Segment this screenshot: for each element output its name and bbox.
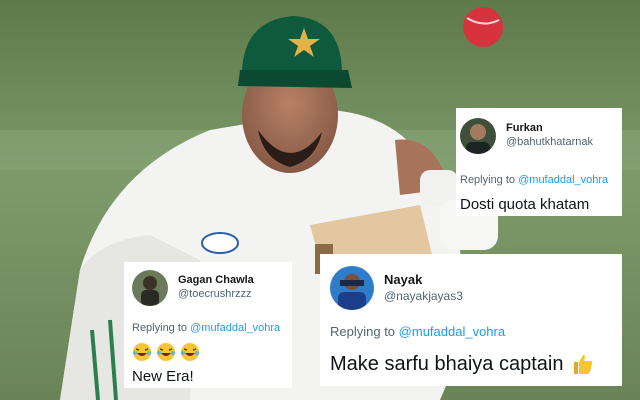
tweet-text: Dosti quota khatam (460, 196, 590, 213)
reply-line: Replying to @mufaddal_vohra (460, 174, 608, 186)
reply-label: Replying to (330, 324, 396, 339)
mention-link[interactable]: @mufaddal_vohra (518, 174, 608, 186)
avatar[interactable] (460, 118, 496, 154)
user-handle[interactable]: @bahutkhatarnak (506, 136, 593, 150)
tweet-text: New Era! (132, 368, 194, 385)
display-name[interactable]: Nayak (384, 272, 463, 288)
emoji-row (132, 342, 200, 362)
tweet-header: Gagan Chawla @toecrushrzzz (132, 270, 254, 306)
cricket-ball-icon (463, 7, 503, 47)
tweet-card-furkan[interactable]: Furkan @bahutkhatarnak Replying to @mufa… (456, 108, 622, 216)
avatar[interactable] (132, 270, 168, 306)
reply-label: Replying to (132, 322, 188, 334)
mention-link[interactable]: @mufaddal_vohra (190, 322, 280, 334)
laughing-tears-emoji-icon (133, 343, 151, 361)
reply-label: Replying to (460, 174, 516, 186)
reply-line: Replying to @mufaddal_vohra (330, 324, 505, 339)
user-handle[interactable]: @toecrushrzzz (178, 288, 254, 302)
laughing-tears-emoji-icon (157, 343, 175, 361)
display-name[interactable]: Furkan (506, 122, 593, 136)
avatar[interactable] (330, 266, 374, 310)
laughing-tears-emoji-icon (181, 343, 199, 361)
mention-link[interactable]: @mufaddal_vohra (399, 324, 505, 339)
tweet-text: Make sarfu bhaiya captain (330, 352, 564, 375)
display-name[interactable]: Gagan Chawla (178, 274, 254, 288)
tweet-header: Furkan @bahutkhatarnak (460, 118, 593, 154)
tweet-body: Make sarfu bhaiya captain (330, 352, 595, 376)
tweet-card-nayak[interactable]: Nayak @nayakjayas3 Replying to @mufaddal… (320, 254, 622, 386)
reply-line: Replying to @mufaddal_vohra (132, 322, 280, 334)
user-handle[interactable]: @nayakjayas3 (384, 289, 463, 304)
tweet-header: Nayak @nayakjayas3 (330, 266, 463, 310)
tweet-card-gagan-chawla[interactable]: Gagan Chawla @toecrushrzzz Replying to @… (124, 262, 292, 388)
thumbs-up-emoji-icon (574, 354, 593, 374)
